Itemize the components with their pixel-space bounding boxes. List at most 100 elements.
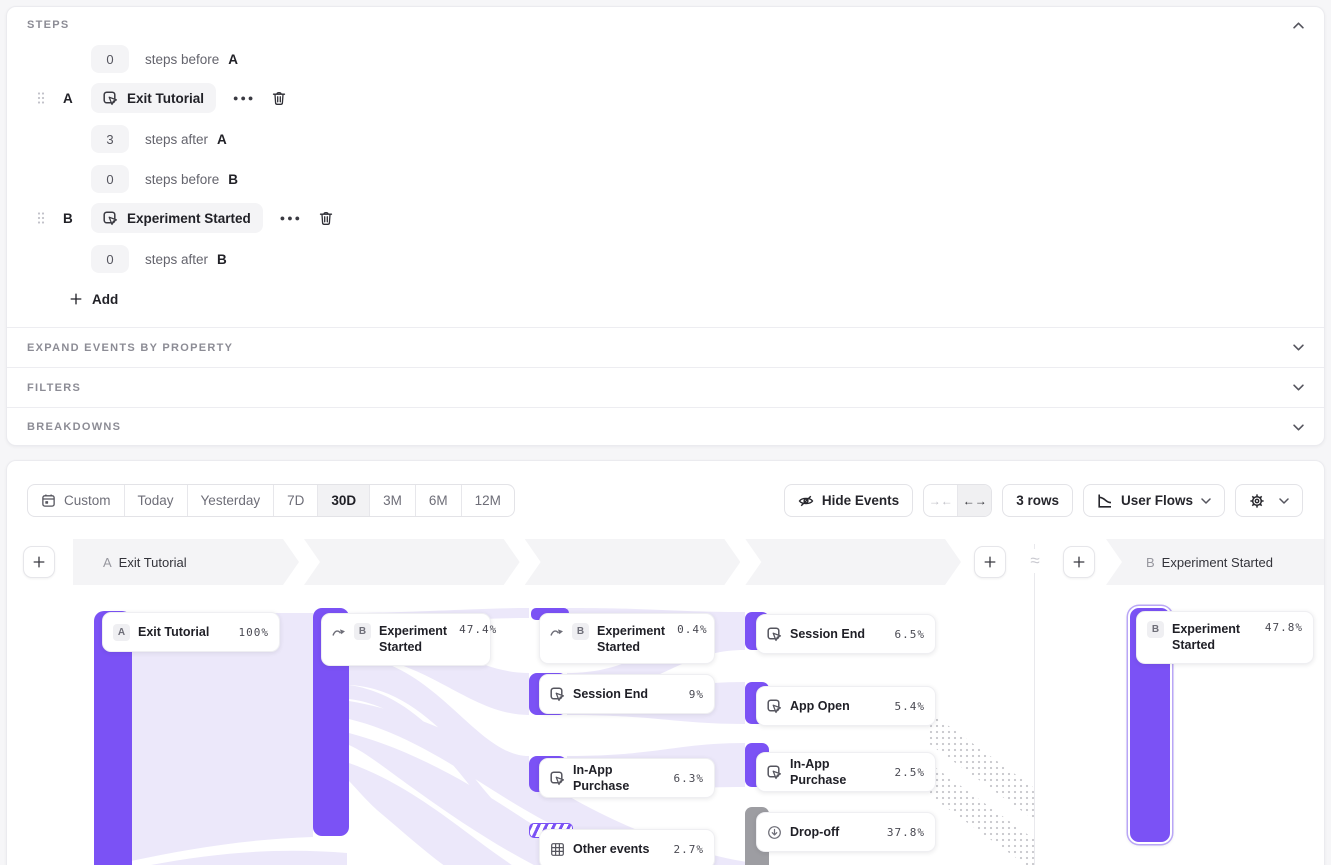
filters-title: FILTERS xyxy=(27,382,81,394)
section-breakdowns[interactable]: BREAKDOWNS xyxy=(7,407,1324,446)
event-icon xyxy=(550,687,565,702)
flow-column-header-band-b: BExperiment Started xyxy=(1106,539,1324,585)
steps-before-b-input[interactable]: 0 xyxy=(91,165,129,193)
date-range-selector: Custom Today Yesterday 7D 30D 3M 6M 12M xyxy=(27,484,515,517)
event-icon xyxy=(767,765,782,780)
step-badge: B xyxy=(1147,621,1164,638)
plus-icon xyxy=(983,555,997,569)
collapse-steps-chevron-up-icon[interactable] xyxy=(1293,22,1304,29)
indirect-flow-icon xyxy=(550,626,564,638)
add-step-button[interactable]: Add xyxy=(69,287,118,311)
steps-before-a-row: 0 steps before A xyxy=(91,45,238,73)
indirect-flow-icon xyxy=(332,626,346,638)
date-range-6m[interactable]: 6M xyxy=(415,485,461,516)
flow-node-session-end-9[interactable]: Session End 9% xyxy=(539,674,715,714)
step-b-letter: B xyxy=(63,211,77,226)
step-badge: B xyxy=(572,623,589,640)
plus-icon xyxy=(32,555,46,569)
column-header-4[interactable] xyxy=(745,539,961,585)
viz-toolbar-right: Hide Events →← ←→ 3 rows User Flows xyxy=(784,484,1303,517)
plus-icon xyxy=(69,292,83,306)
steps-before-a-ref: A xyxy=(228,52,238,67)
drop-off-icon xyxy=(767,825,782,840)
step-a-more-button[interactable]: ●●● xyxy=(233,93,255,103)
flow-node-app-open[interactable]: App Open 5.4% xyxy=(756,686,936,726)
width-toggle: →← ←→ xyxy=(923,484,992,517)
section-filters[interactable]: FILTERS xyxy=(7,367,1324,407)
column-header-2[interactable] xyxy=(304,539,520,585)
flow-node-in-app-purchase-63[interactable]: In-App Purchase 6.3% xyxy=(539,758,715,798)
steps-after-a-input[interactable]: 3 xyxy=(91,125,129,153)
trash-icon xyxy=(318,210,334,226)
flow-node-experiment-started-end[interactable]: B Experiment Started 47.8% xyxy=(1136,611,1314,664)
column-header-3[interactable] xyxy=(525,539,741,585)
add-column-middle-button[interactable] xyxy=(974,546,1006,578)
flow-node-in-app-purchase-25[interactable]: In-App Purchase 2.5% xyxy=(756,752,936,792)
sankey-canvas: A Exit Tutorial 100% B Experiment Starte… xyxy=(7,591,1324,865)
flow-node-experiment-started-47[interactable]: B Experiment Started 47.4% xyxy=(321,613,491,666)
view-selector-button[interactable]: User Flows xyxy=(1083,484,1225,517)
date-range-3m[interactable]: 3M xyxy=(369,485,415,516)
step-badge: B xyxy=(354,623,371,640)
event-icon xyxy=(103,91,118,106)
steps-after-a-label: steps after xyxy=(145,132,208,147)
column-header-step-a[interactable]: AExit Tutorial xyxy=(73,539,299,585)
step-a-delete-button[interactable] xyxy=(271,90,287,106)
flow-column-header-band: AExit Tutorial xyxy=(73,539,961,585)
step-a-event-button[interactable]: Exit Tutorial xyxy=(91,83,216,113)
steps-header: STEPS xyxy=(27,19,1304,31)
step-a-event-label: Exit Tutorial xyxy=(127,91,204,106)
user-flows-chart-icon xyxy=(1097,493,1113,509)
date-range-yesterday[interactable]: Yesterday xyxy=(187,485,274,516)
steps-before-a-label: steps before xyxy=(145,52,219,67)
flow-node-experiment-started-04[interactable]: B Experiment Started 0.4% xyxy=(539,613,715,664)
step-a-row: A Exit Tutorial ●●● xyxy=(37,83,287,113)
gear-icon xyxy=(1249,493,1265,509)
step-b-delete-button[interactable] xyxy=(318,210,334,226)
calendar-icon xyxy=(41,493,56,508)
steps-before-a-input[interactable]: 0 xyxy=(91,45,129,73)
date-range-30d-selected[interactable]: 30D xyxy=(317,485,369,516)
steps-after-a-ref: A xyxy=(217,132,227,147)
chevron-down-icon xyxy=(1201,498,1211,504)
collapse-columns-button[interactable]: →← xyxy=(924,485,957,516)
chevron-down-icon xyxy=(1293,384,1304,391)
step-badge: A xyxy=(113,624,130,641)
approx-gap-symbol: ≈ xyxy=(1022,549,1048,573)
user-flows-screen: STEPS 0 steps before A A Exit Tutorial ●… xyxy=(0,0,1331,865)
drag-handle-icon[interactable] xyxy=(37,211,45,225)
steps-after-b-ref: B xyxy=(217,252,227,267)
date-range-today[interactable]: Today xyxy=(124,485,187,516)
steps-before-b-ref: B xyxy=(228,172,238,187)
flow-node-session-end-65[interactable]: Session End 6.5% xyxy=(756,614,936,654)
expand-events-title: EXPAND EVENTS BY PROPERTY xyxy=(27,342,233,354)
date-range-7d[interactable]: 7D xyxy=(273,485,317,516)
chevron-down-icon xyxy=(1279,498,1289,504)
settings-button[interactable] xyxy=(1235,484,1303,517)
add-column-right-button[interactable] xyxy=(1063,546,1095,578)
flow-node-drop-off[interactable]: Drop-off 37.8% xyxy=(756,812,936,852)
steps-title: STEPS xyxy=(27,19,70,31)
step-b-event-label: Experiment Started xyxy=(127,211,251,226)
expand-columns-button[interactable]: ←→ xyxy=(957,485,991,516)
flow-node-exit-tutorial[interactable]: A Exit Tutorial 100% xyxy=(102,612,280,652)
flow-visualization-panel: Custom Today Yesterday 7D 30D 3M 6M 12M … xyxy=(6,460,1325,865)
eye-off-icon xyxy=(798,493,814,509)
add-column-left-button[interactable] xyxy=(23,546,55,578)
drag-handle-icon[interactable] xyxy=(37,91,45,105)
event-icon xyxy=(767,627,782,642)
column-header-step-b[interactable]: BExperiment Started xyxy=(1106,539,1324,585)
step-a-letter: A xyxy=(63,91,77,106)
section-expand-events-by-property[interactable]: EXPAND EVENTS BY PROPERTY xyxy=(7,327,1324,367)
hide-events-button[interactable]: Hide Events xyxy=(784,484,913,517)
viz-toolbar: Custom Today Yesterday 7D 30D 3M 6M 12M … xyxy=(27,484,1303,517)
step-b-event-button[interactable]: Experiment Started xyxy=(91,203,263,233)
date-range-custom[interactable]: Custom xyxy=(28,485,124,516)
date-range-12m[interactable]: 12M xyxy=(461,485,514,516)
steps-after-b-input[interactable]: 0 xyxy=(91,245,129,273)
step-b-more-button[interactable]: ●●● xyxy=(280,213,302,223)
rows-count-button[interactable]: 3 rows xyxy=(1002,484,1073,517)
flow-node-other-events[interactable]: Other events 2.7% xyxy=(539,829,715,865)
event-icon xyxy=(767,699,782,714)
event-icon xyxy=(103,211,118,226)
